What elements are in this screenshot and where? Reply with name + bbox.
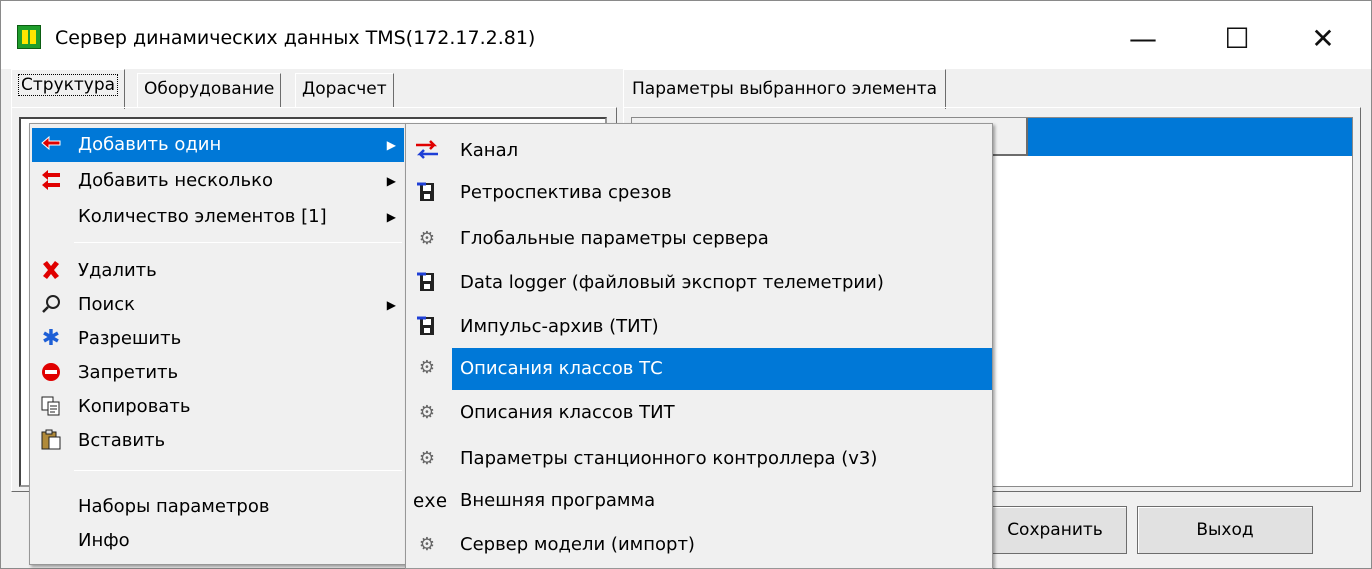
minimize-button[interactable]: — xyxy=(1119,19,1167,59)
menu-item-copy[interactable]: Копировать xyxy=(32,390,404,424)
gears-icon: ⚙ xyxy=(418,357,436,378)
stop-icon xyxy=(38,361,64,385)
context-menu: Добавить один ▶ Добавить несколько ▶ Кол… xyxy=(29,123,407,565)
menu-item-search[interactable]: Поиск ▶ xyxy=(32,288,404,322)
menu-item-deny[interactable]: Запретить xyxy=(32,356,404,390)
submenu-item-station-controller[interactable]: ⚙ Параметры станционного контроллера (v3… xyxy=(408,442,990,476)
exe-icon: exe xyxy=(412,490,448,512)
paste-icon xyxy=(38,429,64,453)
main-window: Сервер динамических данных TMS(172.17.2.… xyxy=(0,0,1372,569)
submenu-item-tit-classes[interactable]: ⚙ Описания классов ТИТ xyxy=(408,396,990,430)
exit-button[interactable]: Выход xyxy=(1137,506,1313,554)
title-bar: Сервер динамических данных TMS(172.17.2.… xyxy=(1,1,1371,69)
maximize-button[interactable]: ☐ xyxy=(1213,19,1261,59)
submenu-item-data-logger[interactable]: Data logger (файловый экспорт телеметрии… xyxy=(408,266,990,300)
submenu-item-snapshot-retro[interactable]: Ретроспектива срезов xyxy=(408,176,990,210)
submenu-item-external-program[interactable]: exe Внешняя программа xyxy=(408,484,990,518)
menu-item-add-one[interactable]: Добавить один ▶ xyxy=(32,128,404,162)
menu-item-add-several[interactable]: Добавить несколько ▶ xyxy=(32,164,404,198)
save-disk-icon xyxy=(414,315,440,339)
blue-star-icon: ✱ xyxy=(41,326,61,351)
gears-icon: ⚙ xyxy=(418,448,436,469)
chevron-right-icon: ▶ xyxy=(386,138,396,152)
tab-recalc[interactable]: Дорасчет xyxy=(295,73,394,107)
gears-icon: ⚙ xyxy=(418,402,436,423)
search-icon xyxy=(38,293,64,317)
menu-item-delete[interactable]: Удалить xyxy=(32,254,404,288)
gears-icon: ⚙ xyxy=(418,228,436,249)
add-one-submenu: Канал Ретроспектива срезов ⚙ Глобальные … xyxy=(405,123,993,569)
submenu-item-ts-classes[interactable]: ⚙ Описания классов ТС xyxy=(408,348,992,390)
save-button[interactable]: Сохранить xyxy=(983,506,1127,554)
close-button[interactable]: ✕ xyxy=(1299,19,1347,59)
menu-separator xyxy=(74,242,402,243)
copy-icon xyxy=(38,395,64,419)
app-icon xyxy=(17,25,41,49)
left-tab-strip: Структура Оборудование Дорасчет xyxy=(11,69,617,109)
menu-item-param-sets[interactable]: Наборы параметров xyxy=(32,490,404,524)
tab-equipment[interactable]: Оборудование xyxy=(137,73,282,107)
menu-item-info[interactable]: Инфо xyxy=(32,524,404,558)
tab-selected-parameters[interactable]: Параметры выбранного элемента xyxy=(623,69,947,109)
submenu-item-model-server[interactable]: ⚙ Сервер модели (импорт) xyxy=(408,528,990,562)
submenu-item-channel[interactable]: Канал xyxy=(408,134,990,168)
chevron-right-icon: ▶ xyxy=(386,174,396,188)
tab-structure[interactable]: Структура xyxy=(11,69,126,109)
menu-item-count[interactable]: Количество элементов [1] ▶ xyxy=(32,200,404,234)
arrow-left-red-icon xyxy=(38,133,64,157)
channel-arrows-icon xyxy=(414,139,440,163)
chevron-right-icon: ▶ xyxy=(386,210,396,224)
red-x-icon xyxy=(38,259,64,283)
window-title: Сервер динамических данных TMS(172.17.2.… xyxy=(55,27,536,49)
gears-icon: ⚙ xyxy=(418,534,436,555)
submenu-item-global-params[interactable]: ⚙ Глобальные параметры сервера xyxy=(408,222,990,256)
save-disk-icon xyxy=(414,271,440,295)
save-disk-icon xyxy=(414,181,440,205)
chevron-right-icon: ▶ xyxy=(386,298,396,312)
submenu-item-impulse-archive[interactable]: Импульс-архив (ТИТ) xyxy=(408,310,990,344)
double-arrow-red-icon xyxy=(38,169,64,193)
menu-separator xyxy=(74,470,402,471)
menu-item-allow[interactable]: ✱ Разрешить xyxy=(32,322,404,356)
menu-item-paste[interactable]: Вставить xyxy=(32,424,404,458)
